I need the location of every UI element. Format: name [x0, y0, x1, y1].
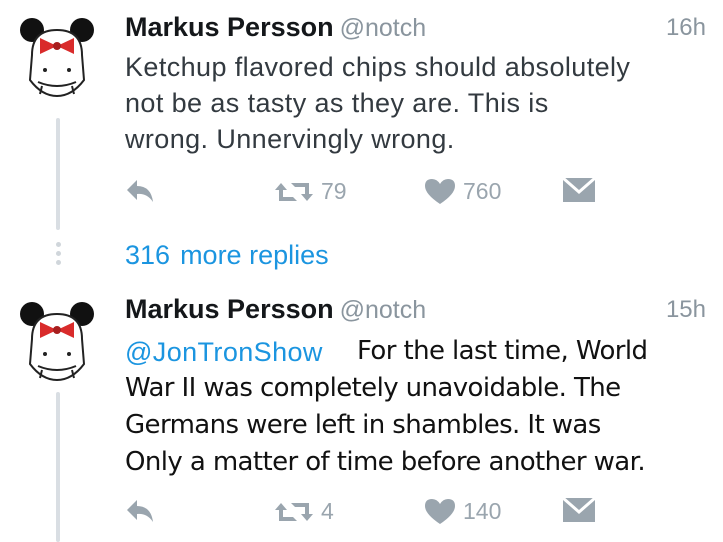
reply-icon [127, 180, 153, 202]
retweet-icon [275, 182, 313, 201]
like-count: 140 [463, 498, 502, 524]
retweet-icon [275, 502, 313, 521]
heart-icon [425, 498, 455, 524]
tweet: Markus Persson @notch 16h Ketchup flavore… [0, 0, 723, 230]
tweet-actions: 79 760 [125, 178, 605, 218]
reply-icon [127, 500, 153, 522]
retweet-button[interactable]: 79 [275, 178, 347, 205]
tweet: Markus Persson @notch 15h @JonTronShow Fo… [0, 282, 723, 542]
author-handle[interactable]: @notch [340, 296, 427, 324]
like-button[interactable]: 140 [425, 498, 501, 525]
author-name[interactable]: Markus Persson @notch [125, 12, 426, 43]
tweet-text: Ketchup flavored chips should absolutely… [125, 52, 631, 154]
tweet-timestamp[interactable]: 15h [666, 296, 706, 324]
reply-button[interactable] [125, 498, 155, 524]
more-replies-link[interactable]: 316 more replies [125, 240, 329, 271]
dm-button[interactable] [563, 498, 595, 522]
thread-gap-dots [53, 242, 63, 269]
heart-icon [425, 178, 455, 204]
reply-button[interactable] [125, 178, 155, 204]
retweet-count: 4 [321, 498, 334, 524]
envelope-icon [563, 498, 595, 522]
tweet-text-overlay: For the last time, World War II was comp… [125, 336, 648, 477]
author-name[interactable]: Markus Persson @notch [125, 294, 426, 325]
avatar[interactable] [12, 10, 102, 100]
dm-button[interactable] [563, 178, 595, 202]
tweet-timestamp[interactable]: 16h [666, 14, 706, 42]
like-button[interactable]: 760 [425, 178, 501, 205]
retweet-count: 79 [321, 178, 347, 204]
more-replies-count: 316 [125, 240, 171, 270]
tweet-actions: 4 140 [125, 498, 605, 538]
envelope-icon [563, 178, 595, 202]
more-replies-label: more replies [180, 240, 329, 270]
author-handle[interactable]: @notch [340, 14, 427, 42]
retweet-button[interactable]: 4 [275, 498, 334, 525]
like-count: 760 [463, 178, 502, 204]
avatar[interactable] [12, 294, 102, 384]
